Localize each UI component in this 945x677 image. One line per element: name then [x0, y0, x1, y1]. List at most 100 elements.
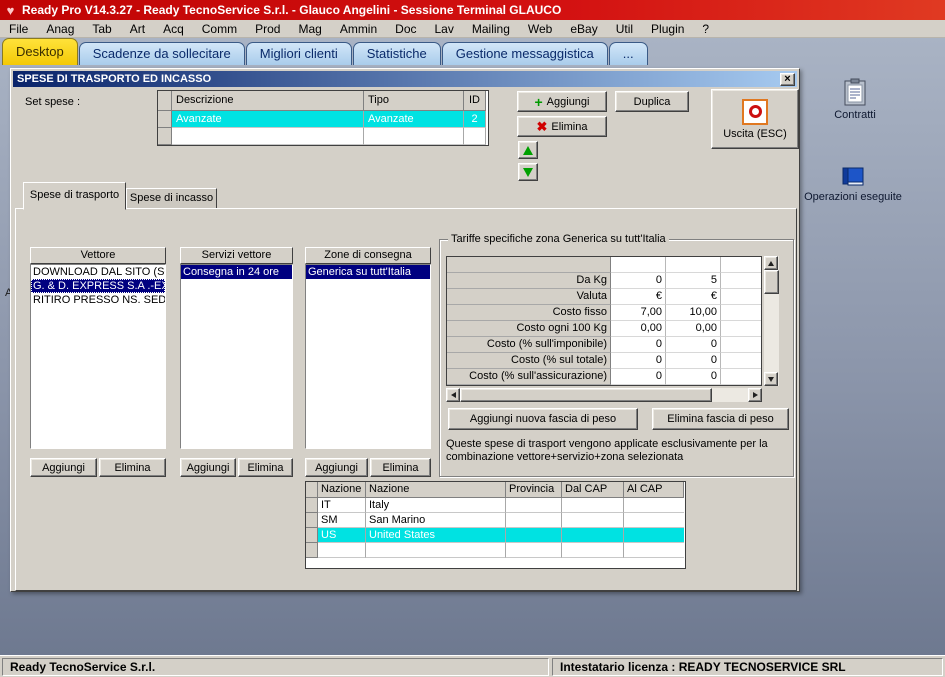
scroll-thumb[interactable]: [460, 388, 712, 402]
tariffa-cell[interactable]: €: [611, 289, 666, 305]
zone-item-selected[interactable]: Generica su tutt'Italia: [306, 265, 430, 279]
vettore-aggiungi-button[interactable]: Aggiungi: [30, 458, 97, 477]
tariffa-cell[interactable]: €: [666, 289, 721, 305]
scroll-up-button[interactable]: [764, 256, 778, 270]
uscita-esc-button[interactable]: Uscita (ESC): [711, 89, 799, 149]
vettore-item[interactable]: DOWNLOAD DAL SITO (SO: [31, 265, 165, 279]
desktop-icon-contratti[interactable]: Contratti: [800, 78, 910, 121]
vettore-header: Vettore: [30, 247, 166, 264]
row-selector[interactable]: [158, 128, 172, 145]
aggiungi-set-button[interactable]: + Aggiungi: [517, 91, 607, 112]
tariffa-cell[interactable]: 0,00: [666, 321, 721, 337]
nazione-row-empty[interactable]: [306, 543, 685, 558]
servizi-list: Consegna in 24 ore: [180, 264, 293, 449]
zone-aggiungi-button[interactable]: Aggiungi: [305, 458, 368, 477]
tariffe-row: Da Kg 0 5: [447, 273, 761, 289]
tariffe-vertical-scrollbar[interactable]: [764, 256, 779, 386]
tab-scadenze-da-sollecitare[interactable]: Scadenze da sollecitare: [78, 42, 245, 65]
tariffa-cell[interactable]: 10,00: [666, 305, 721, 321]
elimina-set-button[interactable]: ✖ Elimina: [517, 116, 607, 137]
tab-migliori-clienti[interactable]: Migliori clienti: [245, 42, 352, 65]
tariffa-cell[interactable]: 0: [666, 353, 721, 369]
vettore-item[interactable]: RITIRO PRESSO NS. SEDE: [31, 293, 165, 307]
cell-code: US: [318, 528, 366, 543]
tariffa-cell[interactable]: 0: [611, 353, 666, 369]
move-up-button[interactable]: [518, 141, 538, 159]
menu-item-acq[interactable]: Acq: [154, 21, 193, 37]
menu-item-art[interactable]: Art: [121, 21, 154, 37]
row-selector[interactable]: [158, 111, 172, 128]
set-spese-row-empty[interactable]: [158, 128, 488, 145]
tab-spese-di-trasporto[interactable]: Spese di trasporto: [23, 182, 126, 210]
desktop-icon-operazioni-eseguite[interactable]: Operazioni eseguite: [788, 166, 918, 203]
scroll-down-button[interactable]: [764, 372, 778, 386]
nazione-row[interactable]: SM San Marino: [306, 513, 685, 528]
menu-item-ammin[interactable]: Ammin: [331, 21, 386, 37]
row-selector[interactable]: [306, 513, 318, 528]
menu-item-lav[interactable]: Lav: [426, 21, 463, 37]
vettore-elimina-button[interactable]: Elimina: [99, 458, 166, 477]
tariffa-cell[interactable]: 0: [611, 369, 666, 385]
aggiungi-fascia-peso-button[interactable]: Aggiungi nuova fascia di peso: [448, 408, 638, 430]
menu-item-file[interactable]: File: [0, 21, 37, 37]
tab-more[interactable]: ...: [608, 42, 648, 65]
menu-item-ebay[interactable]: eBay: [561, 21, 606, 37]
menu-item-doc[interactable]: Doc: [386, 21, 425, 37]
clipboard-icon: [844, 78, 866, 106]
col-header-nazione-name: Nazione: [366, 482, 506, 498]
tab-spese-di-incasso[interactable]: Spese di incasso: [126, 188, 217, 209]
set-spese-row-selected[interactable]: Avanzate Avanzate 2: [158, 111, 488, 128]
tariffa-cell[interactable]: 0,00: [611, 321, 666, 337]
tariffa-cell[interactable]: 7,00: [611, 305, 666, 321]
servizi-item-selected[interactable]: Consegna in 24 ore: [181, 265, 292, 279]
nazione-row[interactable]: IT Italy: [306, 498, 685, 513]
row-selector[interactable]: [306, 528, 318, 543]
zone-elimina-button[interactable]: Elimina: [370, 458, 431, 477]
scroll-left-button[interactable]: [446, 388, 460, 402]
button-label: Aggiungi: [315, 461, 358, 474]
dialog-titlebar[interactable]: SPESE DI TRASPORTO ED INCASSO ×: [13, 71, 797, 87]
row-selector[interactable]: [306, 543, 318, 558]
servizi-aggiungi-button[interactable]: Aggiungi: [180, 458, 236, 477]
servizi-header: Servizi vettore: [180, 247, 293, 264]
scroll-right-button[interactable]: [748, 388, 762, 402]
tariffa-cell[interactable]: 0: [666, 369, 721, 385]
menu-item-plugin[interactable]: Plugin: [642, 21, 693, 37]
tariffe-table: Da Kg 0 5 Valuta € € Costo fisso 7,00 10…: [446, 256, 762, 386]
dialog-close-button[interactable]: ×: [780, 72, 795, 86]
note-line: combinazione vettore+servizio+zona selez…: [446, 451, 684, 463]
cell-code: IT: [318, 498, 366, 513]
tab-statistiche[interactable]: Statistiche: [352, 42, 441, 65]
menu-item-mailing[interactable]: Mailing: [463, 21, 519, 37]
cell-descrizione: Avanzate: [172, 111, 364, 128]
window-title: Ready Pro V14.3.27 - Ready TecnoService …: [22, 3, 562, 17]
menu-item-anag[interactable]: Anag: [37, 21, 83, 37]
desktop-icon-label: Contratti: [834, 109, 876, 121]
window-titlebar[interactable]: ♥ Ready Pro V14.3.27 - Ready TecnoServic…: [0, 0, 945, 20]
col-header-provincia: Provincia: [506, 482, 562, 498]
down-arrow-icon: [523, 167, 533, 177]
duplica-button[interactable]: Duplica: [615, 91, 689, 112]
menu-item-web[interactable]: Web: [519, 21, 561, 37]
tab-desktop[interactable]: Desktop: [2, 38, 78, 65]
menu-item-tab[interactable]: Tab: [83, 21, 120, 37]
menu-item-help[interactable]: ?: [693, 21, 718, 37]
row-selector[interactable]: [306, 498, 318, 513]
tariffa-cell[interactable]: 0: [611, 337, 666, 353]
tariffa-cell[interactable]: 5: [666, 273, 721, 289]
menu-item-util[interactable]: Util: [607, 21, 642, 37]
tariffa-cell[interactable]: 0: [666, 337, 721, 353]
menu-item-prod[interactable]: Prod: [246, 21, 289, 37]
menu-item-comm[interactable]: Comm: [193, 21, 246, 37]
tariffe-horizontal-scrollbar[interactable]: [446, 388, 762, 402]
scroll-thumb[interactable]: [764, 270, 779, 294]
move-down-button[interactable]: [518, 163, 538, 181]
elimina-fascia-peso-button[interactable]: Elimina fascia di peso: [652, 408, 789, 430]
tab-gestione-messaggistica[interactable]: Gestione messaggistica: [441, 42, 608, 65]
menu-item-mag[interactable]: Mag: [289, 21, 330, 37]
tariffa-cell[interactable]: 0: [611, 273, 666, 289]
vettore-item-selected[interactable]: G. & D. EXPRESS S.A .-EX: [31, 279, 165, 293]
servizi-elimina-button[interactable]: Elimina: [238, 458, 293, 477]
dialog-title: SPESE DI TRASPORTO ED INCASSO: [17, 73, 212, 85]
nazione-row-selected[interactable]: US United States: [306, 528, 685, 543]
